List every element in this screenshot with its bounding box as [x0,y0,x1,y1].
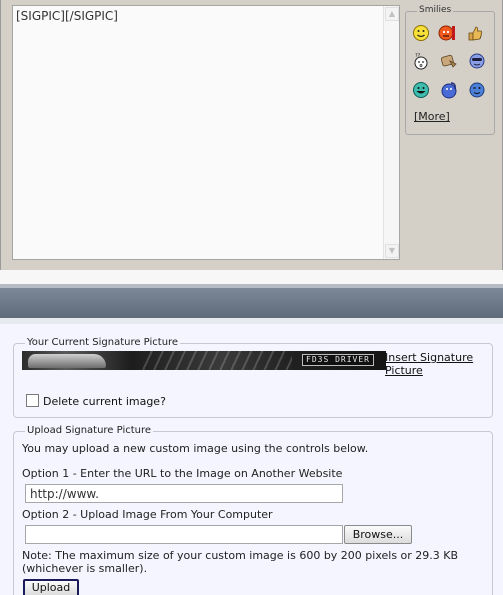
banner-stripes [142,351,292,370]
signature-picture: FD3S DRIVER [22,351,386,370]
option2-label: Option 2 - Upload Image From Your Comput… [22,508,273,521]
separator-underline [0,318,503,324]
section-header-bar [0,288,503,318]
smilies-legend: Smilies [417,5,454,15]
mad-icon[interactable] [438,24,456,42]
insert-signature-picture-link[interactable]: Insert Signature Picture [385,351,490,377]
car-graphic [28,354,106,368]
current-signature-fieldset: Your Current Signature Picture FD3S DRIV… [13,337,493,418]
confused-icon[interactable]: ?? [412,52,430,70]
upload-signature-fieldset: Upload Signature Picture You may upload … [13,425,493,595]
wink-icon[interactable] [468,81,486,99]
upload-button[interactable]: Upload [23,579,79,595]
textarea-scrollbar[interactable]: ▲ ▼ [383,6,399,259]
upload-intro-text: You may upload a new custom image using … [22,442,369,455]
editor-panel: [SIGPIC][/SIGPIC] ▲ ▼ Smilies ?? [More] [0,0,503,270]
scroll-down-icon[interactable]: ▼ [385,244,399,258]
delete-image-label[interactable]: Delete current image? [43,395,166,408]
current-signature-legend: Your Current Signature Picture [25,337,181,348]
image-url-input[interactable]: http://www. [25,484,343,503]
smile-icon[interactable] [412,24,430,42]
upload-signature-legend: Upload Signature Picture [25,425,154,436]
more-smilies-link[interactable]: [More] [414,110,450,123]
biggrin-icon[interactable] [412,81,430,99]
browse-button[interactable]: Browse... [344,525,412,544]
smilies-box: Smilies ?? [More] [405,5,495,135]
rolleyes-icon[interactable] [440,81,458,99]
thumbs-up-icon[interactable] [466,24,484,42]
eek-icon[interactable] [468,52,486,70]
signature-textarea[interactable]: [SIGPIC][/SIGPIC] ▲ ▼ [12,5,400,260]
frustrated-icon[interactable] [440,52,458,70]
separator-gap [0,270,503,284]
file-path-input[interactable] [25,525,343,544]
scroll-up-icon[interactable]: ▲ [385,7,399,21]
signature-banner-text: FD3S DRIVER [302,354,374,366]
max-size-note: Note: The maximum size of your custom im… [22,549,459,575]
signature-text: [SIGPIC][/SIGPIC] [16,9,118,23]
delete-image-checkbox[interactable] [26,394,39,407]
option1-label: Option 1 - Enter the URL to the Image on… [22,467,343,480]
